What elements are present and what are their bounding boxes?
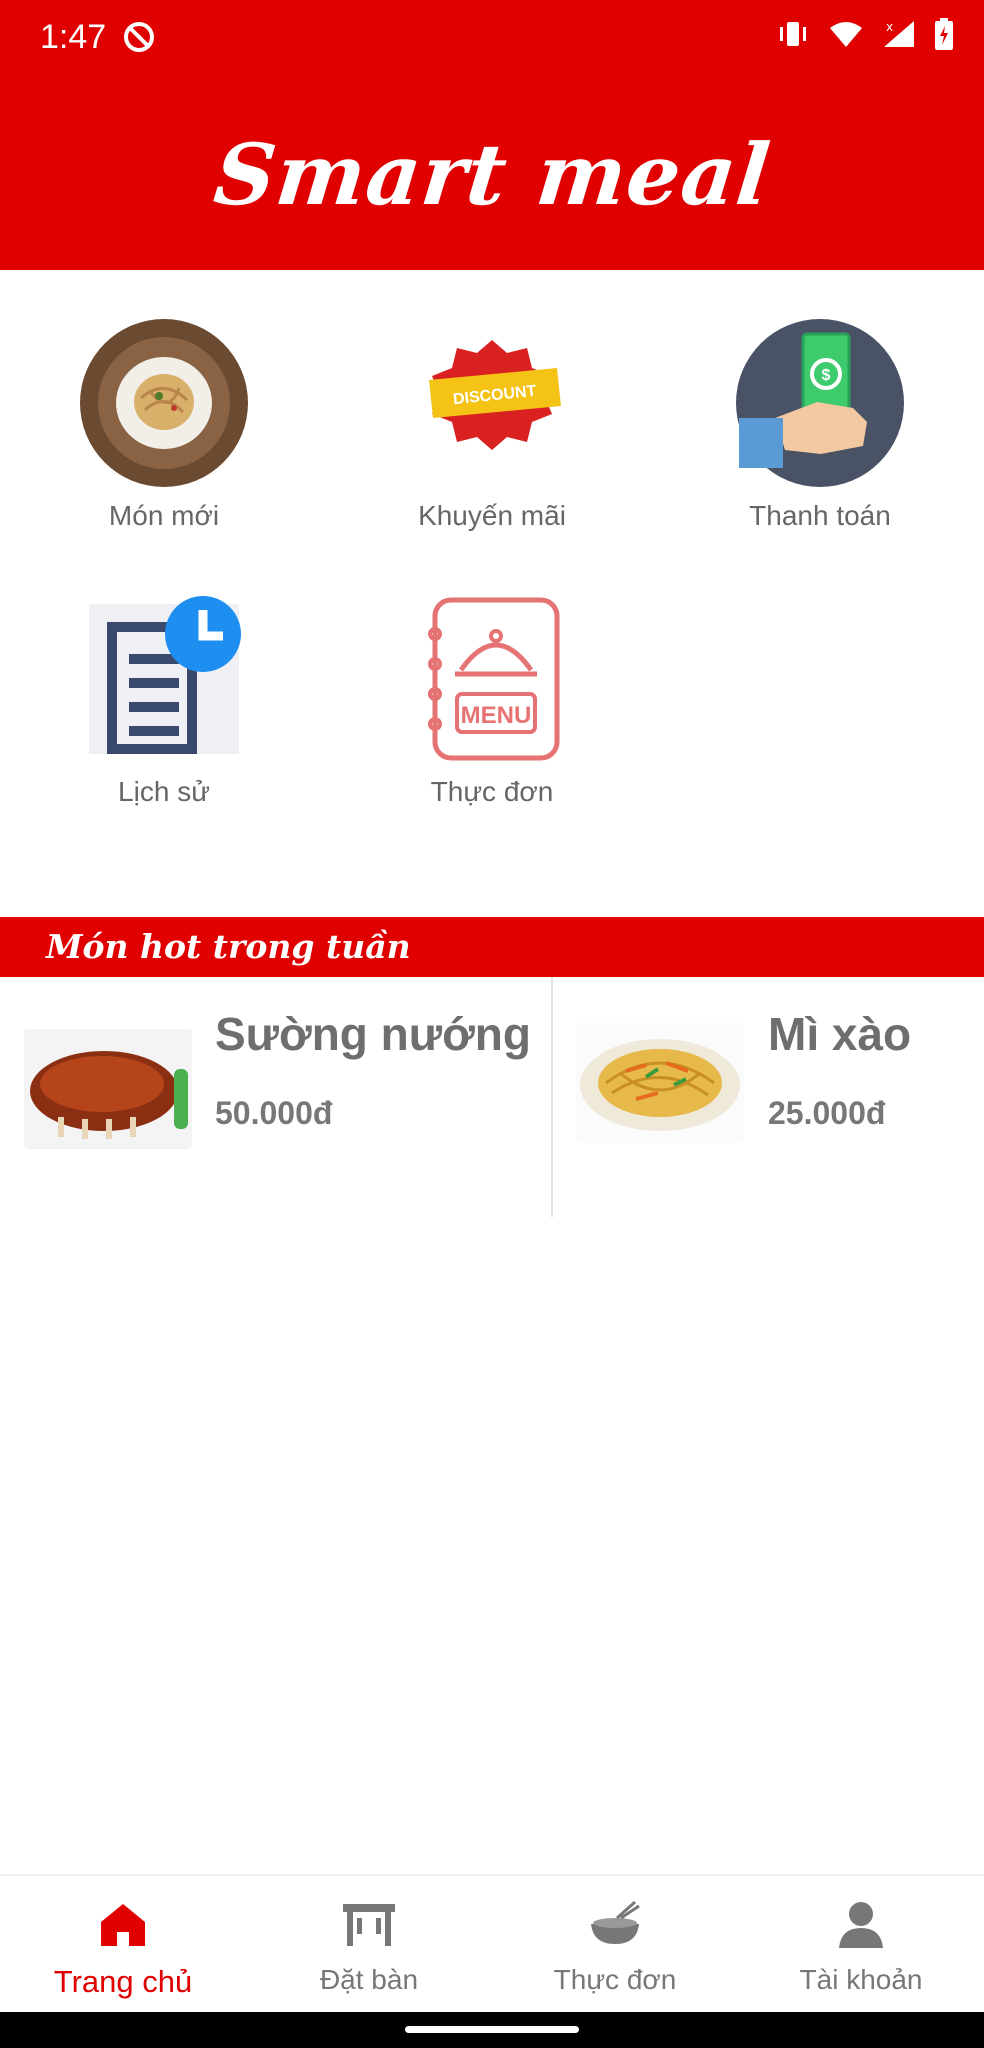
grid-item-new-dishes[interactable]: Món mới [34,318,294,532]
system-gesture-bar [0,2012,984,2048]
svg-text:x: x [886,20,893,34]
svg-text:MENU: MENU [461,702,532,729]
do-not-disturb-icon [124,22,154,52]
nav-label-home: Trang chủ [53,1964,193,1999]
grid-label-payment: Thanh toán [749,500,891,531]
discount-badge-icon: DISCOUNT [429,340,561,450]
grid-item-menu[interactable]: MENU Thực đơn [362,594,622,808]
grid-item-payment[interactable]: $ Thanh toán [690,318,950,532]
grid-label-promotions: Khuyến mãi [418,500,566,531]
nav-item-home[interactable]: Trang chủ [0,1876,246,2014]
svg-text:$: $ [822,367,831,384]
account-icon [839,1902,883,1948]
hot-item-name: Sường nướng [215,1008,531,1060]
status-bar: 1:47 x [0,0,984,78]
wifi-icon [830,22,862,47]
table-icon [343,1904,395,1946]
grid-label-menu: Thực đơn [430,776,554,807]
hot-item-card[interactable]: Mì xào 25.000đ [553,977,984,1217]
cellular-signal-icon: x [884,20,914,47]
grid-item-history[interactable]: Lịch sử [34,594,294,808]
battery-icon [935,18,953,50]
vibrate-icon [780,22,806,46]
nav-item-account[interactable]: Tài khoản [738,1876,984,2014]
hot-section-title: Món hot trong tuần [46,927,411,966]
menu-book-icon: MENU [428,597,560,761]
noodle-plate-icon [80,319,248,487]
grid-label-new-dishes: Món mới [108,500,220,531]
grilled-ribs-image [24,1029,192,1149]
grid-label-history: Lịch sử [118,776,210,807]
bottom-navigation: Trang chủ Đặt bàn Thực đơn Tài khoản [0,1874,984,2014]
nav-label-account: Tài khoản [799,1964,923,1995]
cash-payment-icon: $ [736,319,904,487]
status-time: 1:47 [40,18,107,56]
nav-item-table-booking[interactable]: Đặt bàn [246,1876,492,2014]
app-title: Smart meal [209,124,775,224]
nav-label-table-booking: Đặt bàn [319,1964,419,1995]
app-header: Smart meal [0,78,984,270]
home-gesture-handle[interactable] [405,2026,579,2033]
hot-item-name: Mì xào [768,1008,912,1060]
home-icon [101,1904,145,1946]
grid-item-promotions[interactable]: DISCOUNT Khuyến mãi [362,318,622,532]
nav-label-menu: Thực đơn [553,1964,677,1995]
hot-item-price: 50.000đ [215,1095,333,1131]
hot-item-card[interactable]: Sường nướng 50.000đ [0,977,551,1217]
nav-item-menu[interactable]: Thực đơn [492,1876,738,2014]
hot-item-price: 25.000đ [768,1095,886,1131]
hot-section-header: Món hot trong tuần [0,917,984,977]
history-document-icon [89,596,241,754]
food-bowl-icon [591,1900,640,1944]
fried-noodles-image [576,1023,744,1143]
status-icons: x [776,18,954,50]
